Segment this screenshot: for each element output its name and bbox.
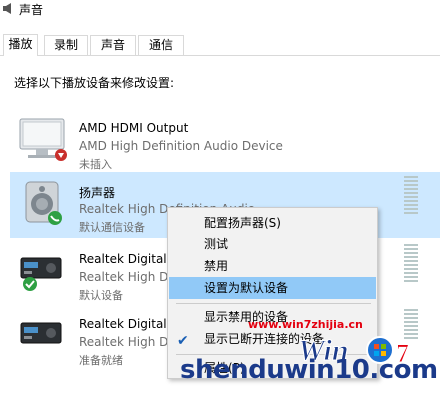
volume-meter	[404, 176, 418, 216]
check-badge	[23, 277, 37, 291]
menu-item-configure-speakers[interactable]: 配置扬声器(S)	[169, 212, 376, 234]
device-name: Realtek Digital	[79, 252, 167, 266]
device-item[interactable]: AMD HDMI Output AMD High Definition Audi…	[10, 109, 440, 175]
instruction-text: 选择以下播放设备来修改设置:	[14, 76, 175, 90]
device-name: 扬声器	[79, 186, 116, 200]
watermark-site: shenduwin10.com	[180, 355, 438, 385]
device-status: 未插入	[79, 158, 112, 171]
tab-sounds[interactable]: 声音	[90, 35, 136, 55]
device-driver: Realtek High D	[79, 270, 169, 284]
monitor-icon	[19, 118, 67, 161]
phone-badge	[48, 211, 62, 225]
device-driver: Realtek High D	[79, 335, 169, 349]
speaker-icon	[3, 3, 11, 14]
digital-receiver-icon	[20, 322, 62, 344]
tab-playback[interactable]: 播放	[3, 34, 38, 56]
device-status: 默认通信设备	[79, 221, 145, 234]
title-bar: 声音	[0, 0, 440, 20]
tab-recording[interactable]: 录制	[44, 35, 88, 55]
window-title: 声音	[19, 3, 44, 17]
device-name: Realtek Digital	[79, 317, 167, 331]
device-status: 默认设备	[79, 289, 123, 302]
menu-item-test[interactable]: 测试	[169, 233, 376, 255]
device-driver: AMD High Definition Audio Device	[79, 139, 283, 153]
volume-meter	[404, 244, 418, 284]
menu-separator	[176, 303, 371, 304]
menu-item-disable[interactable]: 禁用	[169, 255, 376, 277]
digital-receiver-icon	[20, 257, 62, 291]
menu-item-set-default[interactable]: 设置为默认设备	[169, 277, 376, 299]
speaker-icon	[25, 181, 62, 225]
device-name: AMD HDMI Output	[79, 121, 189, 135]
tab-communications[interactable]: 通信	[138, 35, 184, 55]
device-status: 准备就绪	[79, 354, 123, 367]
checkmark-icon: ✔	[177, 333, 189, 349]
tab-bar: 播放 录制 声音 通信	[0, 34, 440, 56]
